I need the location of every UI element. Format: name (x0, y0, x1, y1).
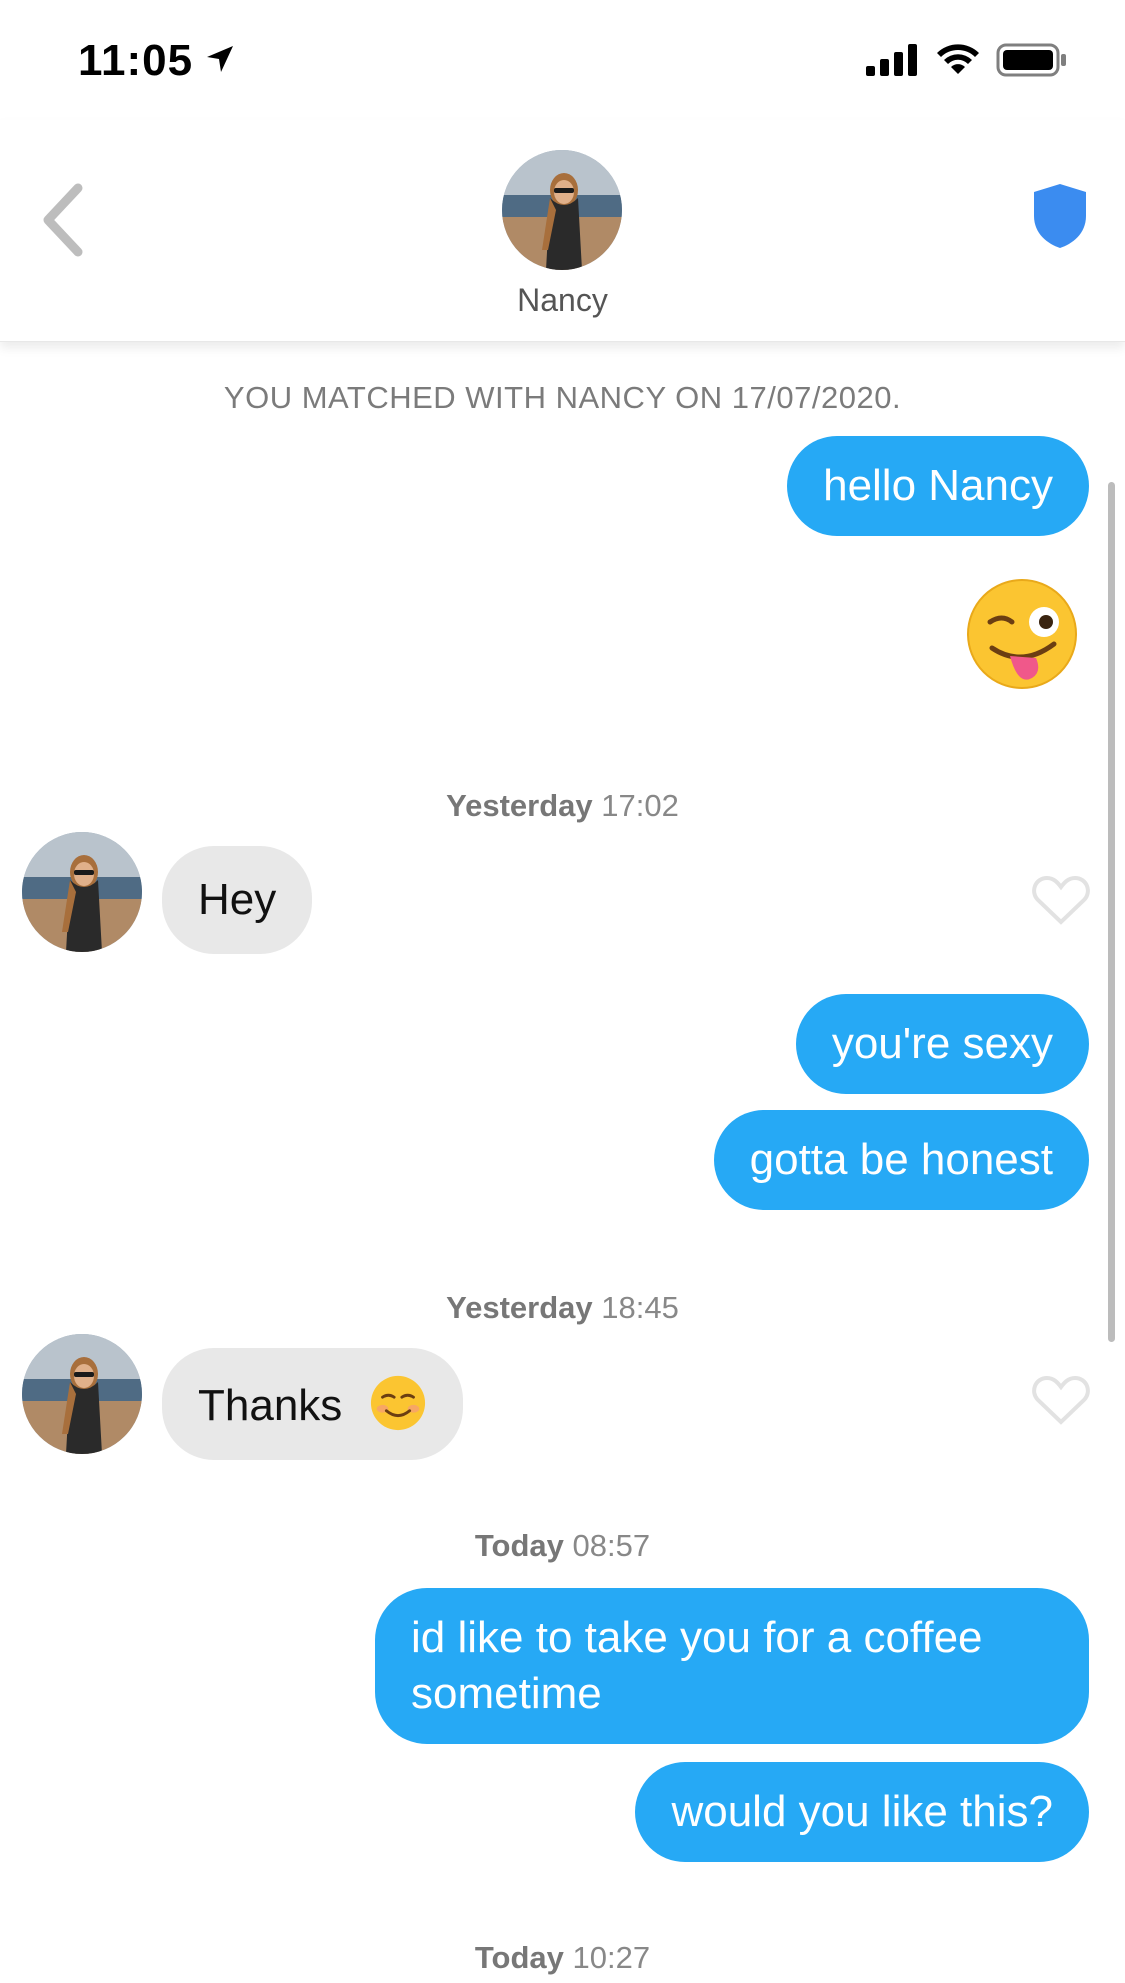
message-bubble-outgoing[interactable]: you're sexy (795, 994, 1089, 1094)
location-arrow-icon (207, 46, 233, 72)
message-text: id like to take you for a coffee sometim… (411, 1613, 983, 1718)
message-text: would you like this? (671, 1787, 1053, 1836)
message-bubble-outgoing[interactable]: hello Nancy (787, 436, 1089, 536)
winking-tongue-emoji-icon (967, 579, 1077, 689)
chat-header: Nancy (0, 120, 1125, 342)
match-name: Nancy (517, 282, 608, 318)
message-text: Hey (198, 875, 277, 924)
timestamp: Yesterday 17:02 (446, 788, 679, 823)
status-bar: 11:05 (0, 0, 1125, 120)
avatar[interactable] (22, 832, 142, 952)
message-text: Thanks (198, 1381, 343, 1430)
heart-icon[interactable] (1032, 874, 1090, 926)
wifi-icon (937, 44, 979, 74)
scrollbar[interactable] (1108, 482, 1115, 1342)
timestamp: Today 10:27 (474, 1940, 651, 1975)
match-notice: YOU MATCHED WITH NANCY ON 17/07/2020. (223, 380, 902, 415)
message-bubble-outgoing[interactable]: would you like this? (635, 1762, 1089, 1862)
message-text: gotta be honest (749, 1135, 1053, 1184)
message-text: hello Nancy (823, 461, 1053, 510)
shield-icon[interactable] (1030, 182, 1090, 250)
avatar[interactable] (502, 150, 622, 270)
smiling-face-emoji-icon (370, 1375, 425, 1431)
timestamp: Yesterday 18:45 (446, 1290, 679, 1325)
heart-icon[interactable] (1032, 1374, 1090, 1426)
message-text: you're sexy (831, 1019, 1053, 1068)
message-bubble-outgoing[interactable]: gotta be honest (713, 1110, 1089, 1210)
chevron-left-icon[interactable] (40, 182, 88, 258)
avatar[interactable] (22, 1334, 142, 1454)
message-bubble-incoming[interactable]: Hey (162, 846, 313, 954)
battery-icon (996, 43, 1066, 77)
status-time: 11:05 (78, 36, 194, 85)
signal-bars-icon (866, 44, 917, 76)
timestamp: Today 08:57 (474, 1528, 651, 1563)
message-bubble-incoming[interactable]: Thanks (162, 1348, 463, 1460)
message-bubble-outgoing[interactable]: id like to take you for a coffee sometim… (375, 1588, 1089, 1744)
